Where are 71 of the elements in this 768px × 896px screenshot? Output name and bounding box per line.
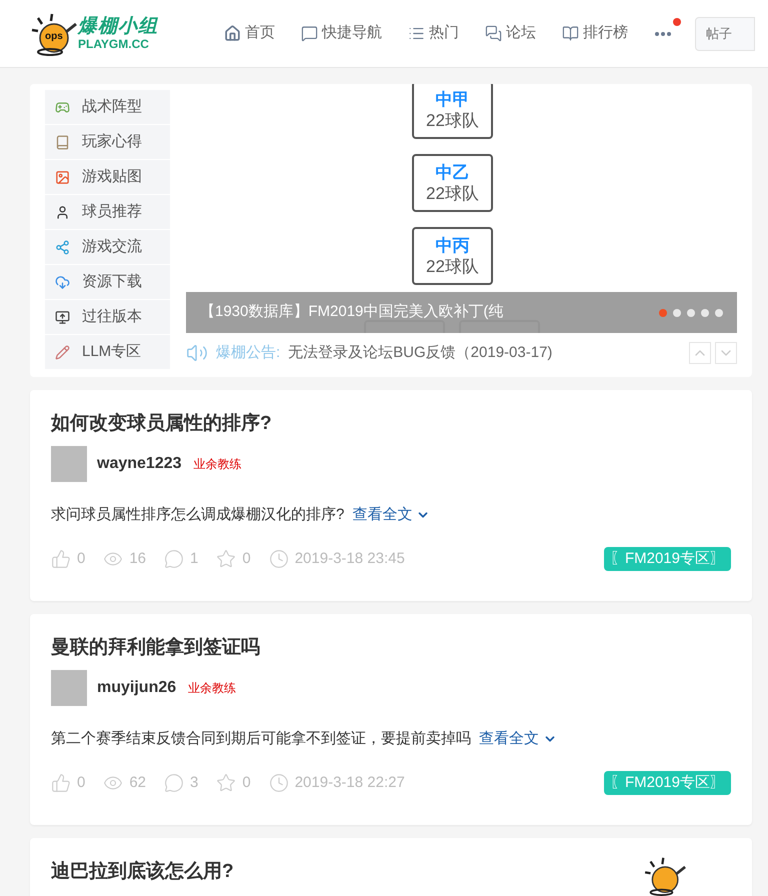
logo-label: ops	[45, 32, 63, 42]
home-icon	[224, 25, 241, 42]
post-excerpt: 第二个赛季结束反馈合同到期后可能拿不到签证，要提前卖掉吗	[51, 729, 471, 749]
picture-icon	[55, 170, 70, 184]
avatar-placeholder	[51, 446, 87, 482]
category-item[interactable]: 游戏交流	[45, 230, 170, 264]
league-name: 中甲	[436, 88, 470, 110]
author-name[interactable]: muyijun26	[97, 676, 176, 700]
team-count: 22球队	[426, 256, 479, 278]
user-rank: 业余教练	[188, 680, 236, 697]
favorite-count: 0	[242, 548, 251, 568]
search-field[interactable]: 帖子	[695, 16, 755, 50]
post-title[interactable]: 如何改变球员属性的排序?	[51, 410, 731, 438]
star-icon[interactable]	[216, 772, 236, 793]
nav-link[interactable]: 论坛	[485, 22, 536, 45]
comment-count: 3	[190, 772, 198, 792]
category-item[interactable]: 玩家心得	[45, 125, 170, 159]
league-name: 中乙	[436, 162, 470, 183]
previous-button[interactable]	[689, 342, 711, 364]
post-time: 2019-3-18 22:27	[294, 772, 405, 792]
nav-link[interactable]: 热门	[408, 22, 459, 45]
user-rank: 业余教练	[194, 456, 242, 473]
team-count: 22球队	[426, 110, 479, 132]
nav-link[interactable]: 快捷导航	[301, 22, 382, 45]
category-item[interactable]: 过往版本	[45, 300, 170, 334]
like-count: 0	[77, 772, 86, 792]
chat-icon	[301, 25, 318, 42]
cloud-download-icon	[55, 274, 70, 290]
nav-link[interactable]: 首页	[224, 22, 275, 45]
view-count: 16	[129, 548, 146, 568]
category-item[interactable]: 游戏贴图	[45, 160, 170, 194]
view-count: 62	[129, 772, 146, 792]
favorite-count: 0	[242, 772, 251, 792]
clock-icon	[268, 772, 289, 793]
notice-text[interactable]: 无法登录及论坛BUG反馈（2019-03-17)	[288, 342, 552, 364]
list-icon	[408, 25, 425, 42]
read-more-link[interactable]: 查看全文	[479, 728, 557, 750]
category-item[interactable]: LLM专区	[45, 335, 170, 369]
network-icon	[55, 240, 70, 254]
category-item[interactable]: 资源下载	[45, 265, 170, 299]
like-icon[interactable]	[51, 548, 71, 569]
pencil-icon	[55, 344, 70, 360]
post-excerpt: 求问球员属性排序怎么调成爆棚汉化的排序?	[51, 505, 344, 525]
comment-icon[interactable]	[164, 548, 184, 569]
next-button[interactable]	[715, 342, 737, 364]
nav-link[interactable]: 排行榜	[562, 22, 628, 45]
book-icon	[562, 25, 579, 42]
post-time: 2019-3-18 23:45	[294, 548, 405, 568]
post-title[interactable]: 迪巴拉到底该怎么用?	[51, 858, 731, 886]
like-icon[interactable]	[51, 772, 71, 793]
comment-icon[interactable]	[164, 772, 184, 793]
gamepad-icon	[55, 100, 70, 114]
slide-image[interactable]: 中甲 22球队 中乙 22球队 中丙 22球队 【1930数据库】FM2019中国完美入欧补丁(纯	[186, 84, 737, 333]
comment-count: 1	[190, 548, 198, 568]
avatar-placeholder	[51, 670, 87, 706]
read-more-link[interactable]: 查看全文	[352, 504, 430, 526]
monitor-icon	[55, 310, 70, 324]
person-icon	[55, 204, 70, 220]
category-item[interactable]: 战术阵型	[45, 90, 170, 124]
league-name: 中丙	[436, 234, 470, 256]
chat-bubbles-icon	[485, 25, 502, 42]
post-title[interactable]: 曼联的拜利能拿到签证吗	[51, 634, 731, 662]
like-count: 0	[77, 548, 86, 568]
star-icon[interactable]	[216, 548, 236, 569]
more-icon	[655, 32, 671, 36]
category-item[interactable]: 球员推荐	[45, 195, 170, 229]
notice-label: 爆棚公告:	[216, 343, 280, 363]
clock-icon	[268, 548, 289, 569]
author-name[interactable]: wayne1223	[97, 452, 182, 476]
notebook-icon	[55, 134, 70, 150]
team-count: 22球队	[426, 183, 479, 204]
